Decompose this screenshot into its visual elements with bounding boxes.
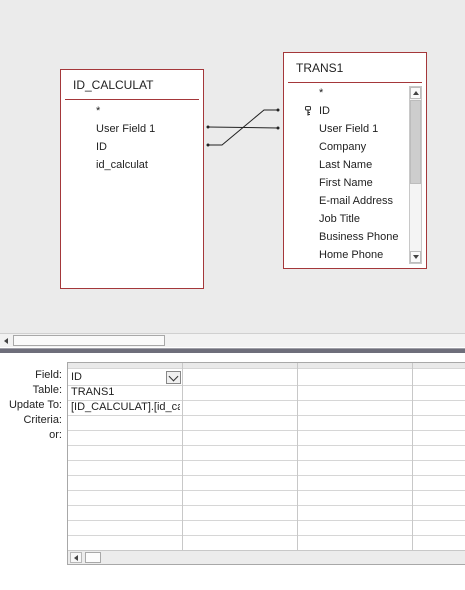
field-label: Last Name xyxy=(319,159,373,171)
table-title-id-calculat[interactable]: ID_CALCULAT xyxy=(73,78,153,92)
row-label-or: or: xyxy=(49,429,62,441)
scroll-left-arrow-icon xyxy=(74,555,78,561)
row-label-update-to: Update To: xyxy=(8,399,62,411)
field-label: * xyxy=(319,87,324,99)
cell-field-value[interactable]: ID xyxy=(71,371,163,383)
table-title-divider xyxy=(288,82,422,83)
table-trans1[interactable]: TRANS1 * ID User Field 1 Company Last Na… xyxy=(283,52,427,269)
field-label: User Field 1 xyxy=(96,123,156,135)
field-label: id_calculat xyxy=(96,159,148,171)
table-title-divider xyxy=(65,99,199,100)
key-icon xyxy=(305,106,311,116)
row-label-table: Table: xyxy=(32,384,62,396)
field-star[interactable]: * xyxy=(61,102,203,120)
field-star[interactable]: * xyxy=(284,84,408,102)
row-label-criteria: Criteria: xyxy=(23,414,62,426)
field-label: First Name xyxy=(319,177,373,189)
grid-line xyxy=(68,535,465,536)
query-design-pane[interactable]: ID_CALCULAT * User Field 1 ID id_calcula… xyxy=(0,0,465,333)
column-divider[interactable] xyxy=(412,363,413,550)
grid-line xyxy=(68,445,465,446)
cell-or-value[interactable] xyxy=(71,431,179,445)
field-label: Business Phone xyxy=(319,231,399,243)
cell-table-value[interactable]: TRANS1 xyxy=(71,386,179,398)
grid-line xyxy=(68,520,465,521)
scroll-down-button[interactable] xyxy=(410,251,421,263)
field-company[interactable]: Company xyxy=(284,138,408,156)
row-label-field: Field: xyxy=(35,369,62,381)
scroll-up-arrow-icon xyxy=(413,91,419,95)
column-divider[interactable] xyxy=(182,363,183,550)
field-id-primary-key[interactable]: ID xyxy=(284,102,408,120)
design-pane-horizontal-scrollbar[interactable] xyxy=(0,333,465,347)
scroll-thumb[interactable] xyxy=(85,552,101,563)
field-label: ID xyxy=(96,141,107,153)
trans1-vertical-scrollbar[interactable] xyxy=(409,86,422,264)
field-label: Company xyxy=(319,141,367,153)
field-home-phone[interactable]: Home Phone xyxy=(284,246,408,264)
field-id-calculat[interactable]: id_calculat xyxy=(61,156,203,174)
field-list-id-calculat: * User Field 1 ID id_calculat xyxy=(61,102,203,174)
field-label: E-mail Address xyxy=(319,195,393,207)
grid-line xyxy=(68,368,465,369)
field-job-title[interactable]: Job Title xyxy=(284,210,408,228)
grid-line xyxy=(68,490,465,491)
field-first-name[interactable]: First Name xyxy=(284,174,408,192)
grid-horizontal-scrollbar[interactable] xyxy=(68,550,465,564)
field-label: User Field 1 xyxy=(319,123,379,135)
scroll-left-button[interactable] xyxy=(1,335,11,346)
table-title-trans1[interactable]: TRANS1 xyxy=(296,61,343,75)
field-dropdown-button[interactable] xyxy=(166,371,181,384)
query-grid-pane: Field: Table: Update To: Criteria: or: I… xyxy=(0,353,465,590)
scroll-thumb[interactable] xyxy=(410,100,421,184)
scroll-left-button[interactable] xyxy=(70,552,82,563)
grid-line xyxy=(68,505,465,506)
field-user-field-1[interactable]: User Field 1 xyxy=(284,120,408,138)
grid-line xyxy=(68,460,465,461)
dropdown-chevron-icon xyxy=(168,371,179,382)
query-grid[interactable]: ID TRANS1 [ID_CALCULAT].[id_cal xyxy=(67,362,465,565)
field-last-name[interactable]: Last Name xyxy=(284,156,408,174)
scroll-down-arrow-icon xyxy=(413,255,419,259)
field-label: * xyxy=(96,105,101,117)
cell-update-to-value[interactable]: [ID_CALCULAT].[id_cal xyxy=(71,401,180,413)
column-divider[interactable] xyxy=(297,363,298,550)
field-id[interactable]: ID xyxy=(61,138,203,156)
scroll-up-button[interactable] xyxy=(410,87,421,99)
join-line-user-field xyxy=(207,126,279,129)
field-user-field-1[interactable]: User Field 1 xyxy=(61,120,203,138)
cell-criteria-value[interactable] xyxy=(71,416,179,430)
scroll-left-arrow-icon xyxy=(4,338,8,344)
field-label: Job Title xyxy=(319,213,360,225)
field-email-address[interactable]: E-mail Address xyxy=(284,192,408,210)
field-list-trans1: * ID User Field 1 Company Last Name Firs… xyxy=(284,84,408,264)
grid-line xyxy=(68,475,465,476)
join-line-id xyxy=(208,109,278,146)
table-id-calculat[interactable]: ID_CALCULAT * User Field 1 ID id_calcula… xyxy=(60,69,204,289)
scroll-thumb[interactable] xyxy=(13,335,165,346)
field-business-phone[interactable]: Business Phone xyxy=(284,228,408,246)
field-label: Home Phone xyxy=(319,249,384,261)
field-label: ID xyxy=(319,105,330,117)
